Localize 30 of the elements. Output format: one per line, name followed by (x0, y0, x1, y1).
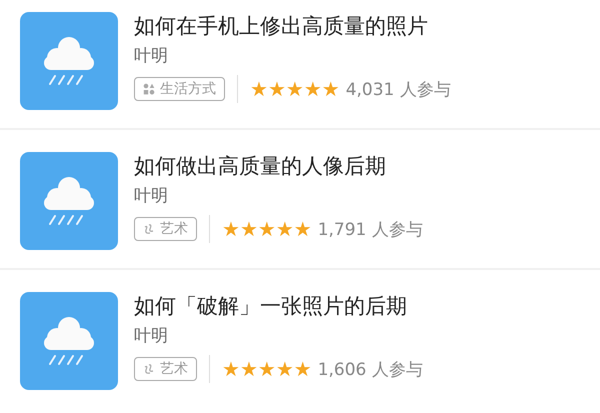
course-title[interactable]: 如何做出高质量的人像后期 (134, 152, 423, 180)
participant-count: 1,791 人参与 (318, 218, 423, 240)
star-icon: ★ (322, 78, 340, 100)
star-icon: ★ (276, 358, 294, 380)
brush-icon (143, 363, 155, 375)
brush-icon (143, 223, 155, 235)
star-icon: ★ (240, 218, 258, 240)
course-title[interactable]: 如何「破解」一张照片的后期 (134, 292, 423, 320)
star-icon: ★ (286, 78, 304, 100)
star-icon: ★ (258, 358, 276, 380)
course-title[interactable]: 如何在手机上修出高质量的照片 (134, 12, 451, 40)
star-icon: ★ (304, 78, 322, 100)
participant-count: 4,031 人参与 (346, 78, 451, 100)
star-icon: ★ (240, 358, 258, 380)
shapes-icon (143, 83, 155, 95)
star-icon: ★ (258, 218, 276, 240)
star-icon: ★ (268, 78, 286, 100)
cloud-rain-icon (20, 292, 118, 390)
star-icon: ★ (294, 358, 312, 380)
star-icon: ★ (222, 218, 240, 240)
author-name: 叶明 (134, 325, 169, 348)
star-icon: ★ (276, 218, 294, 240)
participant-count: 1,606 人参与 (318, 358, 423, 380)
cloud-rain-icon (20, 152, 118, 250)
cloud-rain-icon (20, 12, 118, 110)
star-icon: ★ (222, 358, 240, 380)
author-name: 叶明 (134, 185, 169, 208)
star-icon: ★ (250, 78, 268, 100)
star-icon: ★ (294, 218, 312, 240)
author-name: 叶明 (134, 45, 169, 68)
